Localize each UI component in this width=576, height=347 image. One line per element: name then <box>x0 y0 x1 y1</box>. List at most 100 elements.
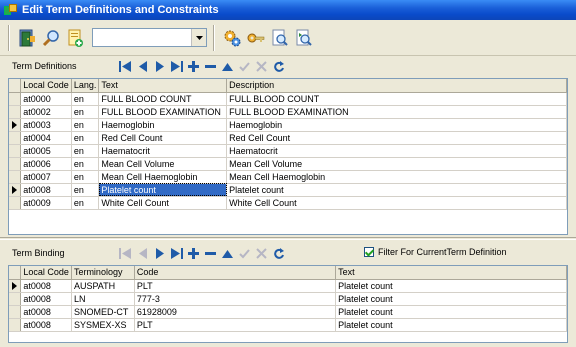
row-indicator[interactable] <box>9 105 22 119</box>
cell-text[interactable]: Platelet count <box>335 279 567 293</box>
table-row[interactable]: at0008 en Platelet count Platelet count <box>9 183 567 197</box>
cell-code[interactable]: 777-3 <box>134 292 337 306</box>
table-row[interactable]: at0005 en Haematocrit Haematocrit <box>9 144 567 158</box>
row-indicator[interactable] <box>9 305 22 319</box>
row-indicator[interactable] <box>9 318 22 332</box>
table-row[interactable]: at0003 en Haemoglobin Haemoglobin <box>9 118 567 132</box>
cell-text[interactable]: Platelet count <box>335 305 567 319</box>
insert-record-button[interactable] <box>186 58 201 74</box>
cell-description[interactable]: Mean Cell Volume <box>226 157 567 171</box>
column-terminology[interactable]: Terminology <box>71 266 135 280</box>
cell-lang[interactable]: en <box>71 118 100 132</box>
cell-description[interactable]: White Cell Count <box>226 196 567 210</box>
new-document-button[interactable] <box>64 26 86 50</box>
exit-button[interactable] <box>16 26 38 50</box>
cell-text[interactable]: White Cell Count <box>98 196 228 210</box>
row-indicator[interactable] <box>9 92 22 106</box>
cell-text[interactable]: Platelet count <box>335 318 567 332</box>
cell-local-code[interactable]: at0000 <box>20 92 72 106</box>
table-row[interactable]: at0009 en White Cell Count White Cell Count <box>9 196 567 210</box>
cell-text[interactable]: Haematocrit <box>98 144 228 158</box>
cell-description[interactable]: Platelet count <box>226 183 567 197</box>
cell-description[interactable]: Haematocrit <box>226 144 567 158</box>
row-indicator[interactable] <box>9 183 22 197</box>
column-local-code[interactable]: Local Code <box>20 266 72 280</box>
pane-splitter[interactable] <box>0 237 576 240</box>
column-text[interactable]: Text <box>335 266 567 280</box>
cell-description[interactable]: Haemoglobin <box>226 118 567 132</box>
table-row[interactable]: at0002 en FULL BLOOD EXAMINATION FULL BLOOD… <box>9 105 567 119</box>
filter-current-term-checkbox[interactable]: Filter For CurrentTerm Definition <box>364 247 507 257</box>
table-row[interactable]: at0007 en Mean Cell Haemoglobin Mean Cell H… <box>9 170 567 184</box>
checkbox-checked-icon[interactable] <box>364 247 374 257</box>
cell-code[interactable]: PLT <box>134 279 337 293</box>
cell-local-code[interactable]: at0009 <box>20 196 72 210</box>
cell-terminology[interactable]: SNOMED-CT <box>71 305 135 319</box>
cell-lang[interactable]: en <box>71 196 100 210</box>
cell-description[interactable]: Red Cell Count <box>226 131 567 145</box>
binding-next-record-button[interactable] <box>152 245 167 261</box>
table-row[interactable]: at0008 SNOMED-CT 61928009 Platelet count <box>9 305 567 319</box>
cell-lang[interactable]: en <box>71 183 100 197</box>
row-indicator[interactable] <box>9 292 22 306</box>
delete-record-button[interactable] <box>203 58 218 74</box>
row-indicator[interactable] <box>9 131 22 145</box>
cell-lang[interactable]: en <box>71 105 100 119</box>
cell-terminology[interactable]: LN <box>71 292 135 306</box>
cell-text[interactable]: Mean Cell Volume <box>98 157 228 171</box>
row-indicator[interactable] <box>9 144 22 158</box>
table-row[interactable]: at0006 en Mean Cell Volume Mean Cell Volume <box>9 157 567 171</box>
cell-local-code[interactable]: at0008 <box>20 292 72 306</box>
cell-local-code[interactable]: at0003 <box>20 118 72 132</box>
row-indicator[interactable] <box>9 196 22 210</box>
cell-lang[interactable]: en <box>71 144 100 158</box>
cell-local-code[interactable]: at0008 <box>20 279 72 293</box>
table-row[interactable]: at0008 SYSMEX-XS PLT Platelet count <box>9 318 567 332</box>
row-indicator[interactable] <box>9 279 22 293</box>
edit-record-button[interactable] <box>220 58 235 74</box>
cell-lang[interactable]: en <box>71 157 100 171</box>
column-text[interactable]: Text <box>98 79 228 93</box>
cell-text[interactable]: Haemoglobin <box>98 118 228 132</box>
binding-delete-record-button[interactable] <box>203 245 218 261</box>
cell-local-code[interactable]: at0008 <box>20 305 72 319</box>
cell-text[interactable]: Platelet count <box>335 292 567 306</box>
binding-refresh-button[interactable] <box>271 245 286 261</box>
cell-description[interactable]: FULL BLOOD COUNT <box>226 92 567 106</box>
cell-lang[interactable]: en <box>71 131 100 145</box>
cell-text[interactable]: Platelet count <box>98 183 228 197</box>
cell-text[interactable]: Red Cell Count <box>98 131 228 145</box>
last-record-button[interactable] <box>169 58 184 74</box>
find-next-button[interactable] <box>293 26 315 50</box>
binding-edit-record-button[interactable] <box>220 245 235 261</box>
next-record-button[interactable] <box>152 58 167 74</box>
column-lang[interactable]: Lang. <box>71 79 100 93</box>
cell-text[interactable]: FULL BLOOD COUNT <box>98 92 228 106</box>
table-row[interactable]: at0008 LN 777-3 Platelet count <box>9 292 567 306</box>
cell-text[interactable]: FULL BLOOD EXAMINATION <box>98 105 228 119</box>
table-row[interactable]: at0000 en FULL BLOOD COUNT FULL BLOOD COUNT <box>9 92 567 106</box>
row-indicator[interactable] <box>9 118 22 132</box>
cell-local-code[interactable]: at0007 <box>20 170 72 184</box>
refresh-button[interactable] <box>271 58 286 74</box>
term-combo[interactable] <box>92 28 207 47</box>
find-document-button[interactable] <box>269 26 291 50</box>
chevron-down-icon[interactable] <box>191 29 206 46</box>
cell-description[interactable]: Mean Cell Haemoglobin <box>226 170 567 184</box>
column-description[interactable]: Description <box>226 79 567 93</box>
cell-local-code[interactable]: at0005 <box>20 144 72 158</box>
cell-description[interactable]: FULL BLOOD EXAMINATION <box>226 105 567 119</box>
cell-local-code[interactable]: at0002 <box>20 105 72 119</box>
column-local-code[interactable]: Local Code <box>20 79 72 93</box>
prior-record-button[interactable] <box>135 58 150 74</box>
cell-lang[interactable]: en <box>71 92 100 106</box>
cell-code[interactable]: PLT <box>134 318 337 332</box>
settings-button[interactable] <box>221 26 243 50</box>
table-row[interactable]: at0008 AUSPATH PLT Platelet count <box>9 279 567 293</box>
search-button[interactable] <box>40 26 62 50</box>
cell-code[interactable]: 61928009 <box>134 305 337 319</box>
key-button[interactable] <box>245 26 267 50</box>
cell-terminology[interactable]: AUSPATH <box>71 279 135 293</box>
cell-local-code[interactable]: at0006 <box>20 157 72 171</box>
binding-last-record-button[interactable] <box>169 245 184 261</box>
